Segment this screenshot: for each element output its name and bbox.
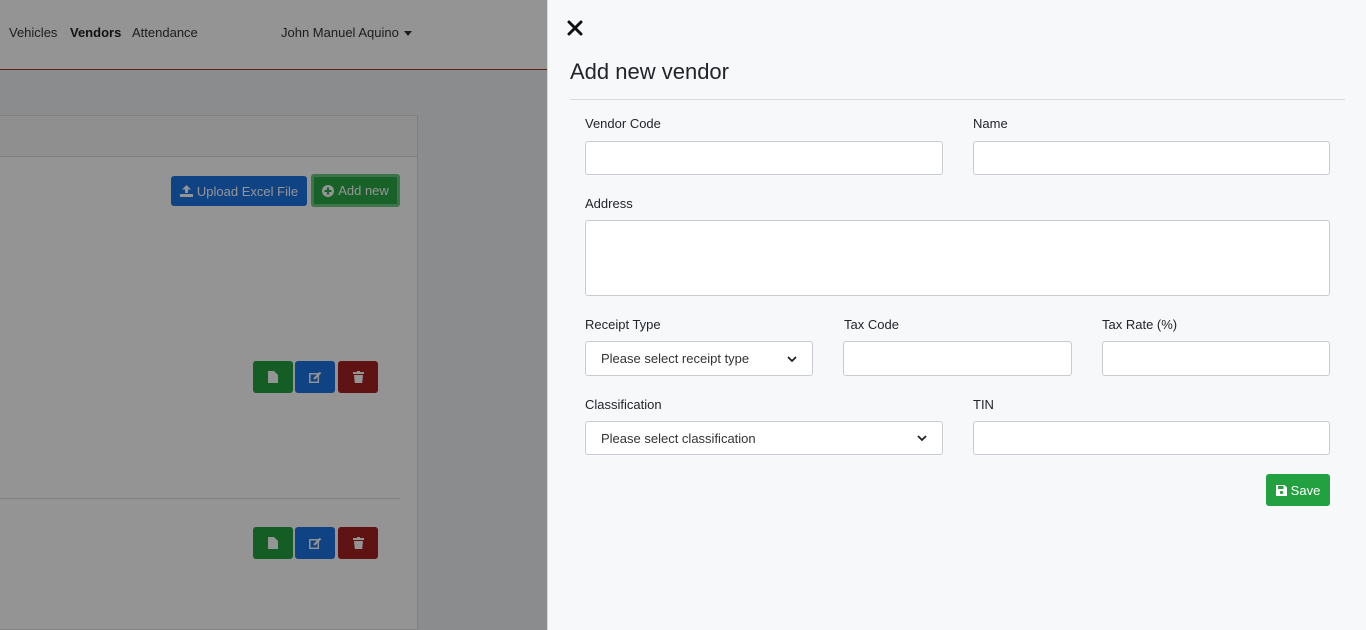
classification-select[interactable]: Please select classification	[585, 421, 943, 455]
close-icon	[567, 20, 583, 36]
name-input[interactable]	[973, 141, 1330, 175]
receipt-type-label: Receipt Type	[585, 317, 661, 332]
name-label: Name	[973, 116, 1008, 131]
address-label: Address	[585, 196, 633, 211]
classification-label: Classification	[585, 397, 662, 412]
save-button[interactable]: Save	[1266, 474, 1330, 506]
chevron-down-icon	[787, 355, 797, 362]
chevron-down-icon	[917, 435, 927, 442]
tin-input[interactable]	[973, 421, 1330, 455]
tin-label: TIN	[973, 397, 994, 412]
add-vendor-panel: Add new vendor Vendor Code Name Address …	[547, 0, 1366, 630]
receipt-type-select[interactable]: Please select receipt type	[585, 341, 813, 376]
receipt-type-value: Please select receipt type	[601, 351, 750, 366]
save-icon	[1275, 484, 1287, 496]
modal-backdrop[interactable]	[0, 0, 547, 630]
save-label: Save	[1290, 482, 1321, 498]
panel-title: Add new vendor	[570, 59, 729, 84]
vendor-code-input[interactable]	[585, 141, 943, 175]
vendor-code-label: Vendor Code	[585, 116, 661, 131]
tax-code-label: Tax Code	[844, 317, 899, 332]
title-divider	[570, 99, 1345, 100]
tax-rate-label: Tax Rate (%)	[1102, 317, 1178, 332]
tax-code-input[interactable]	[843, 341, 1072, 376]
close-button[interactable]	[567, 20, 585, 38]
classification-value: Please select classification	[601, 430, 756, 446]
tax-rate-input[interactable]	[1102, 341, 1330, 376]
address-textarea[interactable]	[585, 220, 1330, 296]
